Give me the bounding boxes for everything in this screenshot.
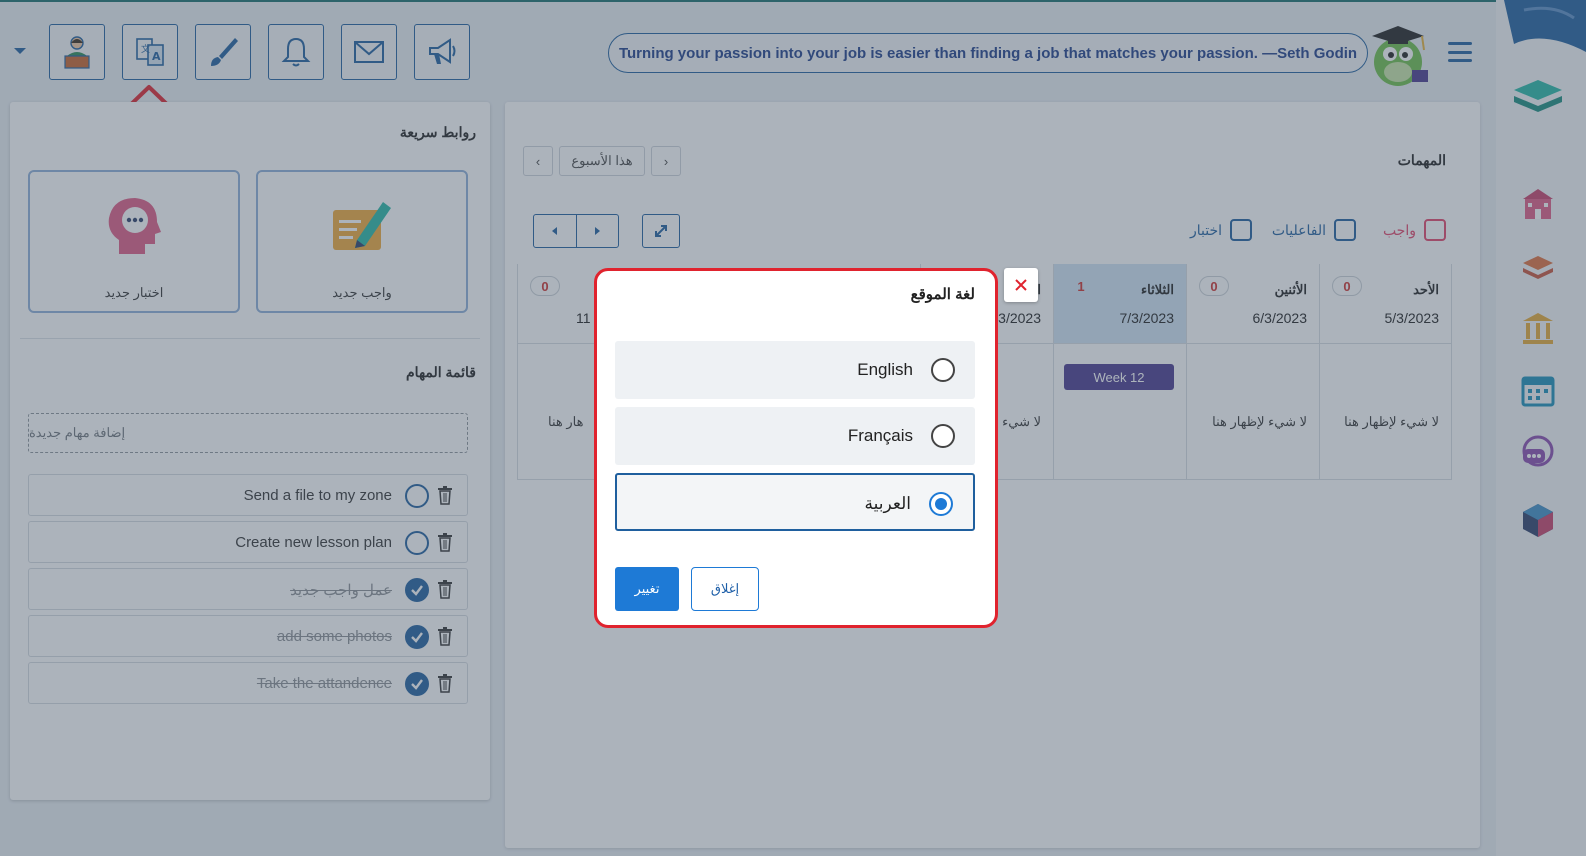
- language-label: العربية: [864, 494, 911, 513]
- change-language-button[interactable]: تغيير: [615, 567, 679, 611]
- language-label: Français: [847, 426, 913, 445]
- language-radio[interactable]: [931, 358, 955, 382]
- language-option-english[interactable]: English: [615, 341, 975, 399]
- language-option-french[interactable]: Français: [615, 407, 975, 465]
- modal-title: لغة الموقع: [910, 286, 975, 303]
- close-icon: [1015, 279, 1027, 291]
- site-language-modal: لغة الموقع English Français العربية تغيي…: [594, 268, 998, 628]
- close-modal-button[interactable]: إغلاق: [691, 567, 759, 611]
- language-radio[interactable]: [931, 424, 955, 448]
- language-label: English: [857, 360, 913, 379]
- language-option-arabic[interactable]: العربية: [615, 473, 975, 531]
- modal-close-button[interactable]: [1004, 268, 1038, 302]
- language-radio[interactable]: [929, 492, 953, 516]
